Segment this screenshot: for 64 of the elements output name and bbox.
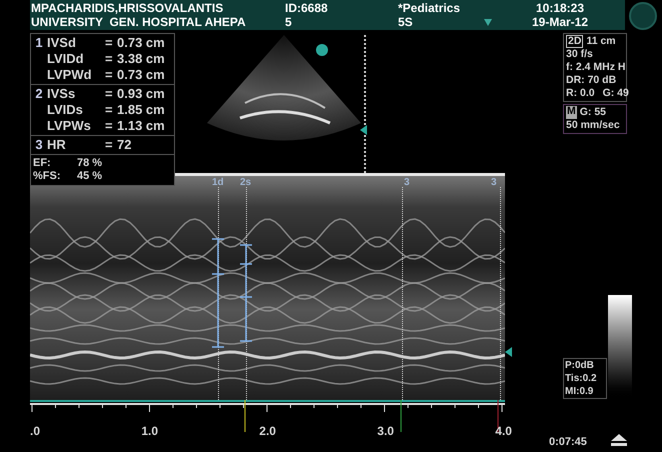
measurement-value: 1.13 cm [117,118,165,134]
cycle-marker-label: 2s [240,176,252,190]
output-index: P:0dB [565,359,595,372]
eject-icon[interactable] [611,434,627,446]
cycle-marker-label: 3 [404,176,410,190]
measurement-value: 0.73 cm [117,35,165,51]
equals-sign: = [105,137,114,153]
equals-sign: = [105,102,114,118]
equals-sign: = [105,118,114,134]
patient-id: ID:6688 [285,1,329,15]
institution-name: UNIVERSITY GEN. HOSPITAL AHEPA [31,15,247,29]
result-label: EF: [33,157,52,170]
mode-badge: 2D [566,35,584,48]
time-axis-label: 3.0 [377,423,394,440]
measurement-name: IVSs [47,86,76,102]
dropdown-arrow-icon[interactable] [484,18,492,26]
result-value: 45 % [77,170,104,183]
exam-date: 19-Mar-12 [532,15,588,29]
imaging-setting: DR: 70 dB [566,74,616,87]
time-axis-label: .0 [30,423,40,440]
equals-sign: = [105,86,114,102]
output-index: MI:0.9 [565,385,594,398]
exam-time: 10:18:23 [536,1,584,15]
imaging-setting: 30 f/s [566,48,593,61]
exam-preset: *Pediatrics [398,1,462,15]
equals-sign: = [105,35,114,51]
measurement-name: IVSd [47,35,77,51]
equals-sign: = [105,51,114,67]
measurement-name: LVPWs [47,118,92,134]
imaging-setting: f: 2.4 MHz H [566,61,626,74]
depth-value: 11 cm [586,35,616,48]
measurement-value: 72 [117,137,132,153]
time-axis-label: 4.0 [495,423,512,440]
depth-marker-icon [360,125,367,135]
measurement-name: HR [47,137,67,153]
measurement-group-number: 1 [34,35,44,52]
cycle-marker-label: 1d [212,176,224,190]
imaging-setting: G: 49 [602,87,629,100]
mode-badge: M [566,106,577,119]
time-axis-label: 1.0 [141,423,158,440]
logo-emblem-icon [628,2,658,30]
measurement-value: 0.73 cm [117,67,165,83]
probe-name: 5S [398,15,413,29]
depth-marker-icon [505,347,512,357]
sweep-speed: 50 mm/sec [566,119,620,131]
patient-name: MPACHARIDIS,HRISSOVALANTIS [31,1,224,15]
measurement-name: LVIDs [47,102,84,118]
output-index: Tis:0.2 [565,372,598,385]
measurement-name: LVIDd [47,51,85,67]
imaging-setting: R: 0.0 [566,87,595,100]
equals-sign: = [105,67,114,83]
measurement-name: LVPWd [47,67,93,83]
cycle-marker-label: 3 [491,176,497,190]
result-value: 78 % [77,157,104,170]
measurement-value: 1.85 cm [117,102,165,118]
measurement-group-number: 2 [34,86,44,103]
measurement-value: 0.93 cm [117,86,165,102]
m-mode-gain: G: 55 [580,106,606,119]
result-label: %FS: [33,170,62,183]
time-axis-label: 2.0 [259,423,276,440]
measurement-value: 3.38 cm [117,51,165,67]
measurement-group-number: 3 [34,137,44,153]
elapsed-time: 0:07:45 [549,435,587,450]
patient-id-detail: 5 [285,15,293,29]
